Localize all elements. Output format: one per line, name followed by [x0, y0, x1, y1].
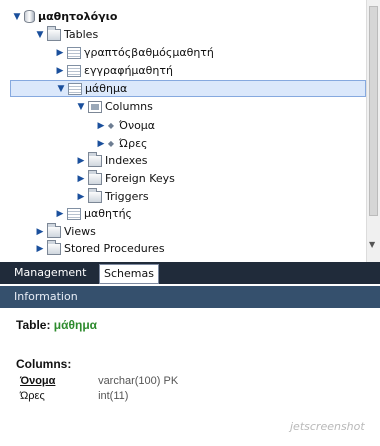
- tree-node-stored-procedures[interactable]: ▶ Stored Procedures: [35, 239, 165, 257]
- scrollbar-thumb[interactable]: [369, 6, 378, 216]
- triangle-right-icon[interactable]: ▶: [76, 170, 86, 187]
- tree-node-table[interactable]: ▶ εγγραφήμαθητή: [55, 62, 173, 79]
- column-info-name: Ώρες: [20, 390, 45, 402]
- column-info-type: varchar(100) PK: [98, 375, 179, 387]
- tree-node-table[interactable]: ▶ γραπτόςβαθμόςμαθητή: [55, 44, 214, 61]
- table-label: γραπτόςβαθμόςμαθητή: [84, 46, 214, 59]
- table-icon: [67, 64, 81, 77]
- tree-node-table[interactable]: ▶ μαθητής: [55, 205, 132, 222]
- folder-icon: [47, 25, 61, 41]
- column-info-row: Ώρες int(11): [20, 390, 128, 402]
- triangle-right-icon[interactable]: ▶: [76, 188, 86, 205]
- triangle-down-icon[interactable]: ▼: [76, 98, 86, 115]
- folder-icon: [47, 239, 61, 255]
- columns-info-label: Columns:: [16, 357, 72, 371]
- triangle-down-icon[interactable]: ▼: [35, 26, 45, 43]
- database-label: μαθητολόγιο: [38, 10, 118, 23]
- tab-management[interactable]: Management: [10, 264, 90, 282]
- database-icon: [24, 10, 35, 23]
- tab-schemas[interactable]: Schemas: [99, 264, 159, 284]
- tree-node-database[interactable]: ▼ μαθητολόγιο: [12, 8, 117, 25]
- foreign-keys-label: Foreign Keys: [105, 172, 175, 185]
- triangle-right-icon[interactable]: ▶: [96, 117, 106, 134]
- column-info-name: Όνομα: [20, 375, 56, 387]
- triangle-down-icon[interactable]: ▼: [12, 8, 22, 25]
- scroll-down-arrow-icon[interactable]: ▼: [369, 240, 375, 249]
- tree-node-views[interactable]: ▶ Views: [35, 222, 96, 240]
- columns-label: Columns: [105, 100, 153, 113]
- tables-label: Tables: [64, 28, 99, 41]
- column-label: Όνομα: [119, 119, 156, 132]
- tree-node-triggers[interactable]: ▶ Triggers: [76, 187, 149, 205]
- tree-node-column[interactable]: ▶ ◆ Ώρες: [96, 135, 148, 152]
- table-info-name: μάθημα: [53, 318, 98, 332]
- tree-node-column[interactable]: ▶ ◆ Όνομα: [96, 117, 156, 134]
- stored-procedures-label: Stored Procedures: [64, 242, 165, 255]
- table-info-label: Table:: [16, 318, 51, 332]
- table-label: μάθημα: [85, 82, 128, 95]
- table-icon: [68, 82, 82, 95]
- watermark: jetscreenshot: [290, 420, 365, 433]
- vertical-scrollbar[interactable]: ▼: [366, 0, 380, 262]
- columns-icon: [88, 100, 102, 113]
- folder-icon: [47, 222, 61, 238]
- diamond-icon: ◆: [107, 139, 115, 148]
- triangle-right-icon[interactable]: ▶: [35, 240, 45, 257]
- table-info-line: Table: μάθημα: [16, 318, 97, 332]
- tab-bar: Management Schemas: [0, 262, 380, 284]
- table-icon: [67, 46, 81, 59]
- indexes-label: Indexes: [105, 154, 148, 167]
- triangle-right-icon[interactable]: ▶: [35, 223, 45, 240]
- table-icon: [67, 207, 81, 220]
- triangle-right-icon[interactable]: ▶: [55, 44, 65, 61]
- column-info-type: int(11): [98, 390, 129, 402]
- information-header: Information: [0, 286, 380, 308]
- triangle-right-icon[interactable]: ▶: [55, 62, 65, 79]
- tree-node-columns[interactable]: ▼ Columns: [76, 98, 153, 115]
- column-info-row: Όνομα varchar(100) PK: [20, 375, 178, 387]
- triangle-down-icon[interactable]: ▼: [56, 80, 66, 97]
- schema-tree: ▼ μαθητολόγιο ▼ Tables ▶ γραπτόςβαθμόςμα…: [0, 0, 366, 262]
- tree-node-foreign-keys[interactable]: ▶ Foreign Keys: [76, 169, 175, 187]
- triangle-right-icon[interactable]: ▶: [76, 152, 86, 169]
- triggers-label: Triggers: [105, 190, 149, 203]
- column-label: Ώρες: [119, 137, 148, 150]
- table-label: εγγραφήμαθητή: [84, 64, 173, 77]
- folder-icon: [88, 187, 102, 203]
- table-label: μαθητής: [84, 207, 133, 220]
- folder-icon: [88, 169, 102, 185]
- information-title: Information: [14, 290, 78, 303]
- tree-node-tables[interactable]: ▼ Tables: [35, 25, 99, 43]
- triangle-right-icon[interactable]: ▶: [96, 135, 106, 152]
- diamond-icon: ◆: [107, 121, 115, 130]
- views-label: Views: [64, 225, 96, 238]
- triangle-right-icon[interactable]: ▶: [55, 205, 65, 222]
- folder-icon: [88, 151, 102, 167]
- tree-node-table-selected[interactable]: ▼ μάθημα: [10, 80, 366, 97]
- tree-node-indexes[interactable]: ▶ Indexes: [76, 151, 148, 169]
